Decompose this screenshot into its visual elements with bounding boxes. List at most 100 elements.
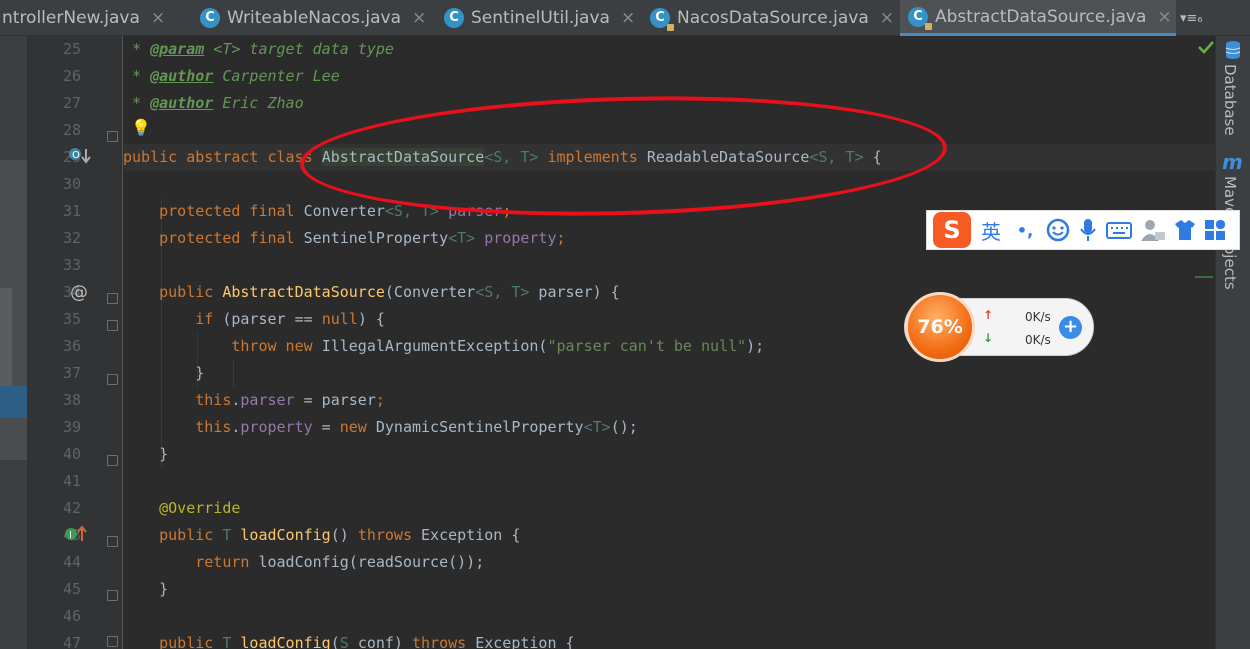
tab-label: SentinelUtil.java	[471, 8, 610, 28]
sogou-logo-icon[interactable]: S	[933, 212, 971, 248]
generic: <S, T>	[475, 283, 530, 301]
left-panel-selection	[0, 386, 27, 418]
microphone-icon[interactable]	[1077, 217, 1099, 243]
keyword: public	[123, 634, 223, 649]
keyword: public abstract class	[123, 148, 322, 166]
line-number: 46	[62, 607, 81, 625]
close-icon[interactable]: ×	[151, 8, 165, 28]
keyword: this	[123, 391, 232, 409]
editor-tab-bar: ntrollerNew.java × C WriteableNacos.java…	[0, 0, 1250, 36]
field: parser	[439, 202, 503, 220]
code-text: = parser	[294, 391, 376, 409]
line-number: 25	[62, 40, 81, 58]
ime-toolbar[interactable]: S 英 •,	[926, 210, 1240, 250]
user-skin-icon[interactable]	[1139, 217, 1167, 243]
toolbox-grid-icon[interactable]	[1203, 217, 1227, 243]
annotation: @Override	[123, 499, 241, 517]
keyword: public	[123, 283, 223, 301]
line-number: 36	[62, 337, 81, 355]
scroll-marker	[1195, 276, 1213, 278]
field: property	[240, 418, 313, 436]
fold-marker[interactable]	[107, 374, 118, 385]
code-text: (	[330, 634, 340, 649]
upload-arrow-icon: ↑	[983, 308, 994, 322]
generic: <S, T>	[384, 202, 440, 220]
generic: <S, T>	[484, 148, 539, 166]
line-number: 39	[62, 418, 81, 436]
speed-plus-button[interactable]: +	[1059, 316, 1082, 339]
implements-method-icon[interactable]: O	[67, 146, 93, 166]
close-icon[interactable]: ×	[1157, 7, 1171, 27]
code-text: }	[123, 445, 169, 463]
class-icon-letter: C	[913, 8, 923, 24]
code-line: public T loadConfig() throws Exception {	[123, 522, 520, 549]
lock-icon	[925, 22, 932, 30]
code-text: DynamicSentinelProperty	[375, 418, 584, 436]
database-tool-label[interactable]: Database	[1221, 64, 1239, 136]
doc-tag: @param	[150, 40, 205, 58]
memory-usage-ball[interactable]: 76%	[905, 292, 975, 362]
class-name: AbstractDataSource	[321, 148, 485, 166]
generic: <T>	[448, 229, 476, 247]
generic: T	[222, 634, 241, 649]
download-arrow-icon: ↓	[983, 331, 994, 345]
close-icon[interactable]: ×	[880, 8, 894, 28]
tab-overflow-menu[interactable]: ▾≡₆	[1180, 0, 1215, 36]
close-icon[interactable]: ×	[412, 8, 426, 28]
keyword: throws	[357, 526, 422, 544]
line-number: 32	[62, 229, 81, 247]
generic: <S, T>	[809, 148, 864, 166]
line-number: 30	[62, 175, 81, 193]
code-text: ();	[610, 418, 638, 436]
tab-abstract-datasource[interactable]: C AbstractDataSource.java ×	[900, 0, 1176, 36]
punct: ;	[556, 229, 566, 247]
overrides-method-icon[interactable]: I	[63, 524, 89, 544]
tab-writeable-nacos[interactable]: C WriteableNacos.java ×	[200, 0, 437, 36]
code-text: ) {	[357, 310, 385, 328]
tab-sentinel-util[interactable]: C SentinelUtil.java ×	[444, 0, 644, 36]
inspection-ok-icon[interactable]	[1197, 40, 1215, 54]
download-speed: 0K/s	[1025, 333, 1051, 347]
code-line: this.parser = parser;	[123, 387, 385, 414]
fold-marker[interactable]	[107, 293, 118, 304]
keyword: if	[123, 310, 223, 328]
code-text: );	[746, 337, 765, 355]
fold-marker[interactable]	[107, 536, 118, 547]
close-icon[interactable]: ×	[621, 8, 635, 28]
fold-marker[interactable]	[107, 131, 118, 142]
generic: T	[222, 526, 241, 544]
emoji-icon[interactable]	[1045, 217, 1071, 243]
code-text: IllegalArgumentException(	[321, 337, 548, 355]
tab-label: WriteableNacos.java	[227, 8, 402, 28]
code-line: @Override	[123, 495, 240, 522]
code-line: }	[123, 441, 168, 468]
class-icon-letter: C	[655, 10, 665, 25]
ime-punctuation-toggle[interactable]: •,	[1011, 221, 1039, 240]
upload-speed: 0K/s	[1025, 310, 1051, 324]
keyboard-icon[interactable]	[1105, 217, 1133, 243]
class-icon: C	[444, 8, 464, 28]
tab-nacos-datasource[interactable]: C NacosDataSource.java ×	[650, 0, 898, 36]
code-line: protected final SentinelProperty<T> prop…	[123, 225, 566, 252]
line-number: 40	[62, 445, 81, 463]
fold-marker[interactable]	[107, 320, 118, 331]
tab-controller-new[interactable]: ntrollerNew.java ×	[0, 0, 195, 36]
keyword: null	[321, 310, 358, 328]
maven-tool-label[interactable]: Maven Projects	[1221, 176, 1239, 336]
ime-language-toggle[interactable]: 英	[977, 216, 1005, 245]
fold-marker[interactable]	[107, 636, 118, 647]
line-number: 45	[62, 580, 81, 598]
database-icon[interactable]	[1224, 40, 1242, 60]
override-at-icon[interactable]: @	[70, 279, 88, 306]
line-number: 27	[62, 94, 81, 112]
keyword: protected final	[123, 202, 304, 220]
doc-comment: *	[123, 67, 151, 85]
field: parser	[240, 391, 295, 409]
maven-icon[interactable]: m	[1222, 150, 1243, 174]
fold-marker[interactable]	[107, 455, 118, 466]
left-scrollbar[interactable]	[0, 288, 12, 388]
doc-tag: @author	[150, 67, 214, 85]
skin-shirt-icon[interactable]	[1173, 217, 1197, 243]
code-line: this.property = new DynamicSentinelPrope…	[123, 414, 638, 441]
fold-marker[interactable]	[107, 590, 118, 601]
